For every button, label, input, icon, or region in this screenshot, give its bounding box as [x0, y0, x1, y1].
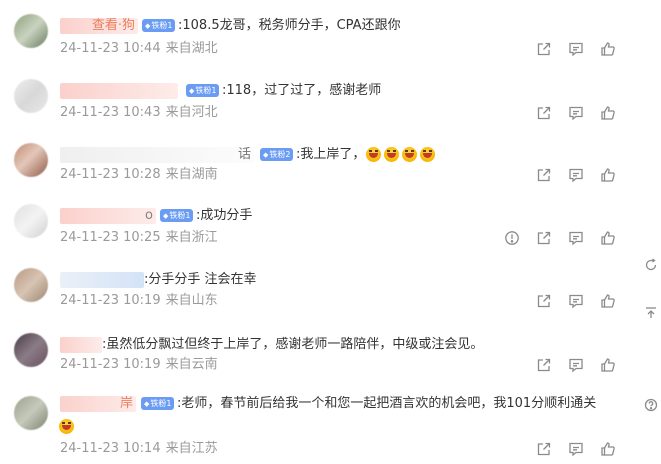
- share-icon[interactable]: [536, 105, 552, 121]
- avatar[interactable]: [14, 396, 48, 430]
- avatar[interactable]: [14, 333, 48, 367]
- comment-icon[interactable]: [568, 105, 584, 121]
- comment-text: :成功分手: [196, 208, 253, 223]
- comment-time: 24-11-23 10:43: [60, 105, 161, 120]
- comment-text: :分手分手 注会在幸: [144, 272, 257, 287]
- comment-location: 来自河北: [165, 105, 218, 120]
- comment-meta: 24-11-23 10:19 来自山东: [60, 293, 218, 309]
- avatar[interactable]: [14, 268, 48, 302]
- laughing-emoji-icon: [366, 147, 381, 162]
- comment-actions: [520, 41, 616, 57]
- comment-icon[interactable]: [568, 293, 584, 309]
- comment-location: 来自浙江: [165, 230, 218, 245]
- comment-meta: 24-11-23 10:25 来自浙江: [60, 230, 218, 246]
- comment-meta: 24-11-23 10:14 来自江苏: [60, 441, 218, 457]
- comment-location: 来自湖北: [165, 41, 218, 56]
- comment-location: 来自山东: [165, 293, 218, 308]
- like-icon[interactable]: [600, 167, 616, 183]
- fan-badge[interactable]: ◆铁粉1: [186, 84, 220, 97]
- comment-icon[interactable]: [568, 441, 584, 457]
- share-icon[interactable]: [536, 167, 552, 183]
- laughing-emoji-icon: [402, 147, 417, 162]
- like-icon[interactable]: [600, 230, 616, 246]
- comment-text: :虽然低分飘过但终于上岸了，感谢老师一路陪伴，中级或注会见。: [102, 337, 484, 352]
- like-icon[interactable]: [600, 357, 616, 373]
- comment-time: 24-11-23 10:44: [60, 41, 161, 56]
- fan-badge[interactable]: ◆铁粉1: [141, 397, 175, 410]
- laughing-emoji-icon: [420, 147, 435, 162]
- comment-text: :老师，春节前后给我一个和您一起把酒言欢的机会吧，我101分顺利通关: [177, 396, 597, 411]
- comment-actions: [520, 357, 616, 373]
- comment-location: 来自湖南: [165, 167, 218, 182]
- like-icon[interactable]: [600, 105, 616, 121]
- comment-meta: 24-11-23 10:19 来自云南: [60, 357, 218, 373]
- comment-time: 24-11-23 10:25: [60, 230, 161, 245]
- emoji-group: [366, 147, 438, 165]
- comment-text: :118，过了过了，感谢老师: [222, 83, 382, 98]
- refresh-icon[interactable]: [644, 258, 658, 272]
- comment-time: 24-11-23 10:28: [60, 167, 161, 182]
- feedback-icon[interactable]: [644, 398, 658, 412]
- right-floating-toolbar: [640, 0, 661, 464]
- commenter-name[interactable]: [60, 272, 144, 288]
- avatar[interactable]: [14, 143, 48, 177]
- comment-meta: 24-11-23 10:43 来自河北: [60, 105, 218, 121]
- report-icon[interactable]: [504, 230, 520, 246]
- comment-actions: [520, 441, 616, 457]
- commenter-name[interactable]: 话: [60, 147, 254, 163]
- commenter-name[interactable]: 岸: [60, 396, 136, 412]
- comment-actions: [488, 230, 616, 246]
- fan-badge[interactable]: ◆铁粉2: [260, 148, 294, 161]
- avatar[interactable]: [14, 79, 48, 113]
- commenter-name[interactable]: [60, 337, 102, 353]
- cheering-emoji-icon: [59, 419, 74, 434]
- share-icon[interactable]: [536, 230, 552, 246]
- comment-time: 24-11-23 10:19: [60, 293, 161, 308]
- share-icon[interactable]: [536, 441, 552, 457]
- share-icon[interactable]: [536, 41, 552, 57]
- emoji-group: [59, 419, 77, 437]
- laughing-emoji-icon: [384, 147, 399, 162]
- comment-icon[interactable]: [568, 41, 584, 57]
- back-to-top-icon[interactable]: [644, 306, 658, 320]
- comment-actions: [520, 293, 616, 309]
- comment-text: :我上岸了，: [296, 147, 366, 162]
- like-icon[interactable]: [600, 441, 616, 457]
- commenter-name[interactable]: o: [60, 208, 156, 224]
- comment-feed: 查看·狗 ◆铁粉1 :108.5龙哥，税务师分手，CPA还跟你 24-11-23…: [0, 0, 640, 464]
- fan-badge[interactable]: ◆铁粉1: [160, 209, 194, 222]
- avatar[interactable]: [14, 204, 48, 238]
- comment-meta: 24-11-23 10:28 来自湖南: [60, 167, 218, 183]
- commenter-name[interactable]: [60, 83, 178, 99]
- share-icon[interactable]: [536, 357, 552, 373]
- comment-location: 来自云南: [165, 357, 218, 372]
- comment-text: :108.5龙哥，税务师分手，CPA还跟你: [178, 18, 401, 33]
- comment-time: 24-11-23 10:19: [60, 357, 161, 372]
- like-icon[interactable]: [600, 293, 616, 309]
- comment-location: 来自江苏: [165, 441, 218, 456]
- avatar[interactable]: [14, 14, 48, 48]
- comment-icon[interactable]: [568, 167, 584, 183]
- share-icon[interactable]: [536, 293, 552, 309]
- comment-actions: [520, 167, 616, 183]
- fan-badge[interactable]: ◆铁粉1: [142, 19, 176, 32]
- comment-icon[interactable]: [568, 357, 584, 373]
- comment-meta: 24-11-23 10:44 来自湖北: [60, 41, 218, 57]
- commenter-name[interactable]: 查看·狗: [60, 18, 138, 34]
- comment-actions: [520, 105, 616, 121]
- comment-icon[interactable]: [568, 230, 584, 246]
- like-icon[interactable]: [600, 41, 616, 57]
- comment-time: 24-11-23 10:14: [60, 441, 161, 456]
